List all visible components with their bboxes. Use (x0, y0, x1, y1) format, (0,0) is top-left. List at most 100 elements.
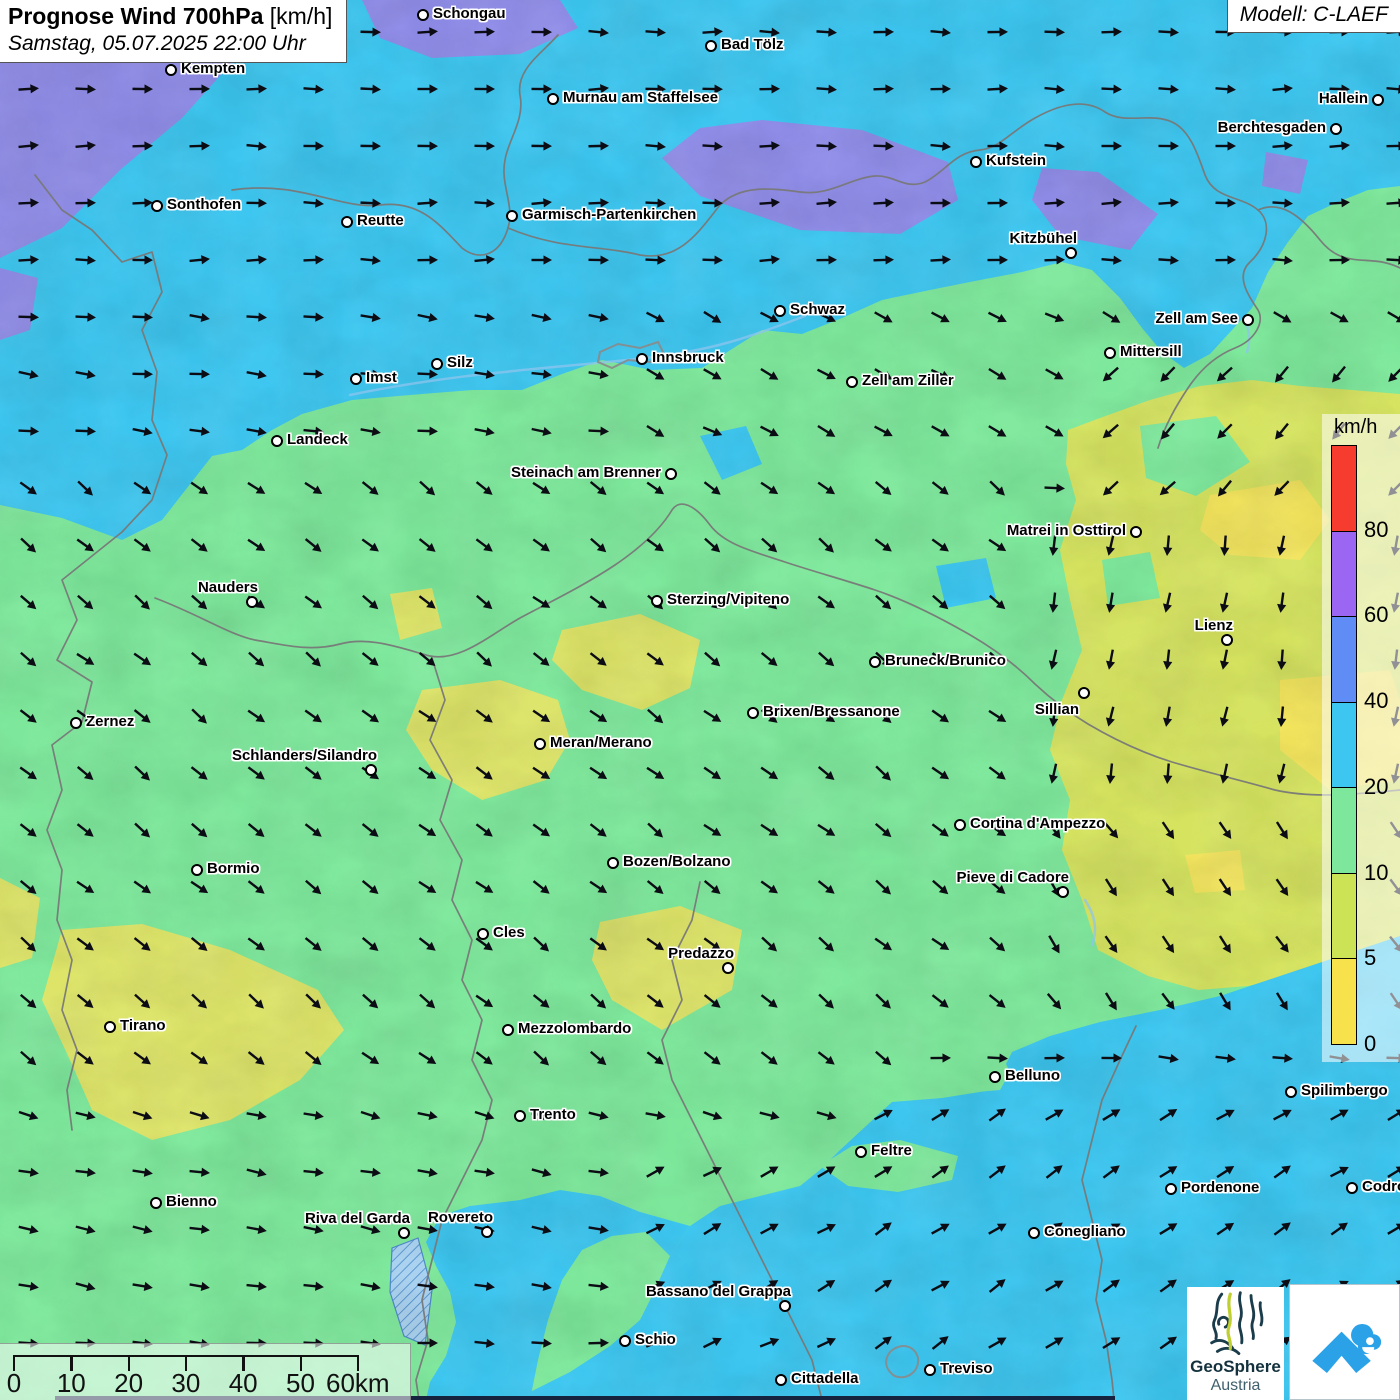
wind-arrow (759, 764, 781, 783)
scale-label: 50 (286, 1368, 315, 1399)
wind-arrow (1276, 706, 1287, 727)
wind-arrow (1044, 991, 1064, 1013)
wind-arrow (815, 1162, 837, 1180)
wind-arrow (987, 877, 1009, 897)
wind-arrow (360, 1166, 381, 1177)
wind-arrow (930, 479, 952, 499)
wind-arrow (189, 1108, 211, 1123)
wind-arrow (929, 309, 951, 327)
wind-arrow (132, 820, 153, 841)
wind-arrow (588, 1280, 609, 1291)
wind-arrow (987, 649, 1008, 669)
geosphere-org-name: GeoSphere (1187, 1358, 1284, 1377)
wind-arrow (75, 991, 97, 1011)
wind-arrow (1044, 27, 1065, 37)
wind-arrow (1044, 83, 1065, 94)
wind-arrow (930, 84, 951, 94)
wind-arrow (816, 141, 837, 151)
wind-arrow (645, 1049, 667, 1069)
wind-arrow (1043, 1333, 1065, 1351)
wind-arrow (873, 592, 894, 613)
wind-arrow (702, 821, 724, 840)
wind-arrow (759, 934, 780, 955)
wind-arrow (986, 422, 1008, 440)
mountain-cloud-icon (1302, 1299, 1388, 1385)
wind-arrow (531, 27, 552, 36)
wind-arrow (1329, 140, 1350, 151)
wind-arrow (1158, 308, 1180, 327)
wind-arrow (417, 369, 438, 379)
wind-arrow (645, 255, 666, 265)
wind-arrow (759, 1276, 781, 1295)
wind-arrow (132, 991, 153, 1012)
wind-arrow (189, 425, 211, 437)
wind-arrow (702, 649, 723, 670)
wind-arrow (816, 27, 837, 38)
wind-arrow (987, 707, 1009, 726)
wind-arrow (132, 84, 153, 93)
wind-arrow (815, 309, 837, 326)
wind-arrow (360, 254, 381, 265)
wind-arrow (816, 991, 837, 1012)
wind-arrow (1273, 934, 1293, 956)
wind-arrow (1101, 1333, 1123, 1352)
wind-arrow (417, 310, 439, 323)
wind-arrow (645, 764, 667, 783)
wind-arrow (588, 764, 610, 783)
wind-arrow (987, 991, 1009, 1011)
wind-arrow (303, 649, 324, 670)
wind-arrow (759, 1049, 781, 1069)
wind-arrow (360, 991, 381, 1012)
wind-arrow (474, 935, 496, 955)
wind-arrow (246, 593, 268, 612)
wind-arrow (246, 141, 267, 152)
wind-arrow (759, 84, 780, 94)
wind-arrow (873, 1219, 895, 1239)
wind-arrow (246, 536, 268, 555)
wind-arrow (75, 140, 96, 151)
wind-arrow (75, 935, 97, 955)
wind-arrow (1047, 649, 1061, 671)
wind-arrow (1043, 1277, 1065, 1295)
wind-arrow (303, 255, 324, 265)
wind-arrow (987, 592, 1009, 612)
wind-arrow (360, 478, 382, 498)
wind-arrow (18, 1108, 40, 1123)
wind-arrow (758, 1162, 780, 1180)
wind-arrow (1104, 649, 1117, 671)
wind-arrow (1048, 706, 1059, 727)
wind-arrow (645, 992, 667, 1012)
wind-arrow (645, 141, 666, 152)
wind-arrow (75, 821, 97, 841)
scale-label: 10 (57, 1368, 86, 1399)
wind-arrow (474, 649, 495, 670)
wind-arrow (531, 1109, 553, 1121)
wind-arrow (759, 821, 781, 840)
wind-arrow (816, 649, 837, 669)
wind-arrow (18, 991, 40, 1011)
wind-arrow (987, 536, 1009, 555)
wind-arrow (873, 820, 895, 840)
wind-arrow (588, 935, 610, 955)
wind-arrow (246, 1165, 268, 1179)
wind-arrow (702, 935, 724, 955)
wind-arrow (417, 255, 438, 265)
wind-arrow (360, 141, 381, 150)
wind-arrow (132, 198, 153, 208)
legend-tick-label: 10 (1364, 860, 1388, 886)
wind-arrow (189, 934, 211, 954)
wind-arrow (588, 368, 610, 381)
wind-arrow (816, 763, 838, 783)
wind-arrow (1272, 421, 1292, 443)
wind-arrow (360, 820, 382, 840)
wind-arrow (588, 1223, 610, 1235)
wind-arrow (1158, 1052, 1180, 1064)
wind-arrow (303, 426, 324, 437)
wind-arrow (360, 425, 382, 438)
wind-arrow (417, 1049, 439, 1068)
wind-arrow (75, 763, 97, 783)
legend-tick-label: 5 (1364, 945, 1376, 971)
wind-arrow (1161, 592, 1175, 614)
legend-segment (1332, 531, 1356, 617)
wind-arrow (645, 820, 666, 841)
